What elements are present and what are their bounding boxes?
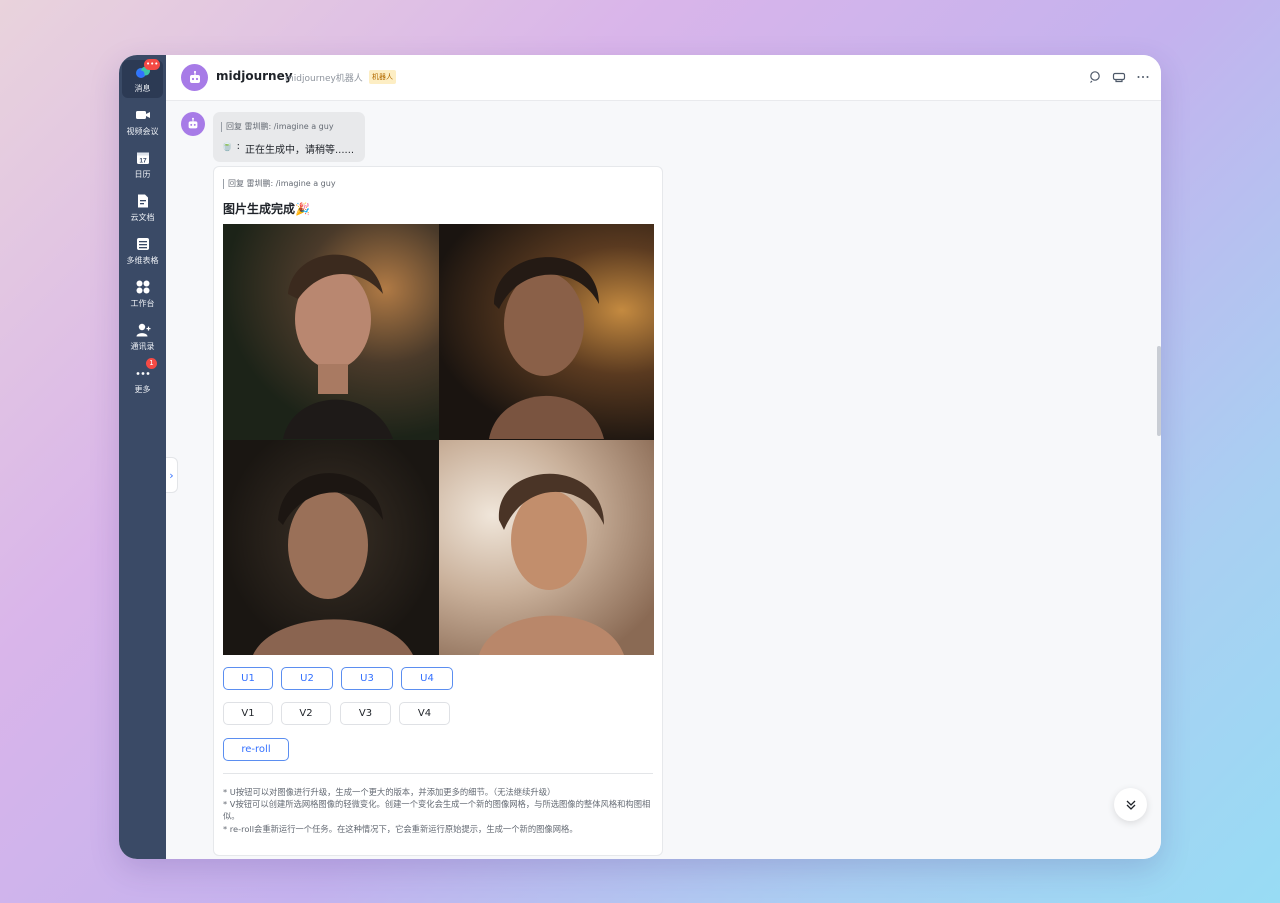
expand-sidebar-button[interactable]: › bbox=[166, 457, 178, 493]
video-camera-icon bbox=[135, 107, 151, 123]
variation-button-2[interactable]: V2 bbox=[281, 702, 331, 725]
reply-quote: 回复 雷圳鹏: /imagine a guy bbox=[223, 179, 336, 189]
chat-header: midjourney midjourney机器人 机器人 bbox=[166, 55, 1161, 101]
upscale-button-1[interactable]: U1 bbox=[223, 667, 273, 690]
scroll-to-bottom-button[interactable] bbox=[1114, 788, 1147, 821]
cloud-doc-icon bbox=[135, 193, 151, 209]
reply-quote: 回复 雷圳鹏: /imagine a guy bbox=[221, 122, 334, 132]
portrait-image-3[interactable] bbox=[223, 439, 439, 655]
more-badge: 1 bbox=[146, 358, 157, 369]
image-grid[interactable] bbox=[223, 224, 654, 655]
card-divider bbox=[223, 773, 653, 774]
portrait-image-1[interactable] bbox=[223, 224, 439, 440]
chat-scrollbar[interactable] bbox=[1157, 346, 1161, 436]
double-chevron-down-icon bbox=[1126, 800, 1135, 810]
app-window: ••• 消息 视频会议 17 日历 云文档 多维表格 工作台 通讯录 1 更多 … bbox=[119, 55, 1161, 859]
portrait-image-2[interactable] bbox=[438, 224, 654, 440]
sidebar-item-contacts[interactable]: 通讯录 bbox=[122, 318, 163, 356]
robot-icon bbox=[188, 117, 198, 129]
table-icon bbox=[135, 236, 151, 252]
contacts-icon bbox=[135, 322, 151, 338]
status-message: 回复 雷圳鹏: /imagine a guy 🍵 : 正在生成中，请稍等....… bbox=[213, 112, 365, 162]
sidebar-item-label: 通讯录 bbox=[130, 342, 155, 351]
note-upscale: * U按钮可以对图像进行升级，生成一个更大的版本，并添加更多的细节。（无法继续升… bbox=[223, 787, 556, 797]
portrait-image-4[interactable] bbox=[438, 439, 654, 655]
messages-badge: ••• bbox=[144, 59, 161, 70]
sidebar-item-label: 日历 bbox=[134, 170, 151, 179]
sidebar-item-label: 视频会议 bbox=[126, 127, 159, 136]
sidebar-item-label: 多维表格 bbox=[126, 256, 159, 265]
sidebar-item-label: 消息 bbox=[134, 84, 151, 93]
sidebar-item-video-meeting[interactable]: 视频会议 bbox=[122, 103, 163, 141]
sidebar-item-label: 更多 bbox=[134, 385, 151, 394]
chat-subtitle: midjourney机器人 bbox=[285, 74, 363, 84]
calendar-icon: 17 bbox=[135, 150, 151, 166]
apps-grid-icon bbox=[135, 279, 151, 295]
sidebar: ••• 消息 视频会议 17 日历 云文档 多维表格 工作台 通讯录 1 更多 bbox=[119, 55, 166, 859]
upscale-button-4[interactable]: U4 bbox=[401, 667, 453, 690]
sidebar-item-more[interactable]: 1 更多 bbox=[122, 358, 163, 399]
sidebar-item-docs[interactable]: 云文档 bbox=[122, 189, 163, 227]
chat-title[interactable]: midjourney bbox=[216, 69, 293, 83]
chat-mode-icon[interactable] bbox=[1112, 69, 1126, 83]
note-variation: * V按钮可以创建所选网格图像的轻微变化。创建一个变化会生成一个新的图像网格，与… bbox=[223, 799, 651, 821]
upscale-button-2[interactable]: U2 bbox=[281, 667, 333, 690]
result-card: 回复 雷圳鹏: /imagine a guy 图片生成完成🎉 U1 U2 U3 bbox=[213, 166, 663, 856]
calendar-day-number: 17 bbox=[139, 158, 147, 165]
sidebar-item-bitable[interactable]: 多维表格 bbox=[122, 232, 163, 270]
upscale-button-3[interactable]: U3 bbox=[341, 667, 393, 690]
variation-button-1[interactable]: V1 bbox=[223, 702, 273, 725]
note-reroll: * re-roll会重新运行一个任务。在这种情况下，它会重新运行原始提示，生成一… bbox=[223, 824, 578, 834]
chat-area: 回复 雷圳鹏: /imagine a guy 🍵 : 正在生成中，请稍等....… bbox=[166, 101, 1161, 859]
variation-button-4[interactable]: V4 bbox=[399, 702, 450, 725]
card-title: 图片生成完成🎉 bbox=[223, 202, 310, 216]
variation-button-3[interactable]: V3 bbox=[340, 702, 391, 725]
sidebar-item-label: 云文档 bbox=[130, 213, 155, 222]
bot-avatar[interactable] bbox=[181, 64, 208, 91]
bot-tag: 机器人 bbox=[369, 70, 396, 84]
sidebar-item-calendar[interactable]: 17 日历 bbox=[122, 146, 163, 184]
reroll-button[interactable]: re-roll bbox=[223, 738, 289, 761]
chevron-right-icon: › bbox=[169, 468, 174, 482]
more-icon[interactable] bbox=[1136, 69, 1150, 83]
status-prefix: 🍵 : bbox=[221, 141, 240, 152]
sidebar-item-workplace[interactable]: 工作台 bbox=[122, 275, 163, 313]
status-text: 正在生成中，请稍等...... bbox=[245, 145, 355, 156]
sidebar-item-messages[interactable]: ••• 消息 bbox=[122, 59, 163, 98]
search-icon[interactable] bbox=[1088, 69, 1102, 83]
sidebar-item-label: 工作台 bbox=[130, 299, 155, 308]
robot-icon bbox=[189, 70, 200, 83]
message-bot-avatar[interactable] bbox=[181, 112, 205, 136]
